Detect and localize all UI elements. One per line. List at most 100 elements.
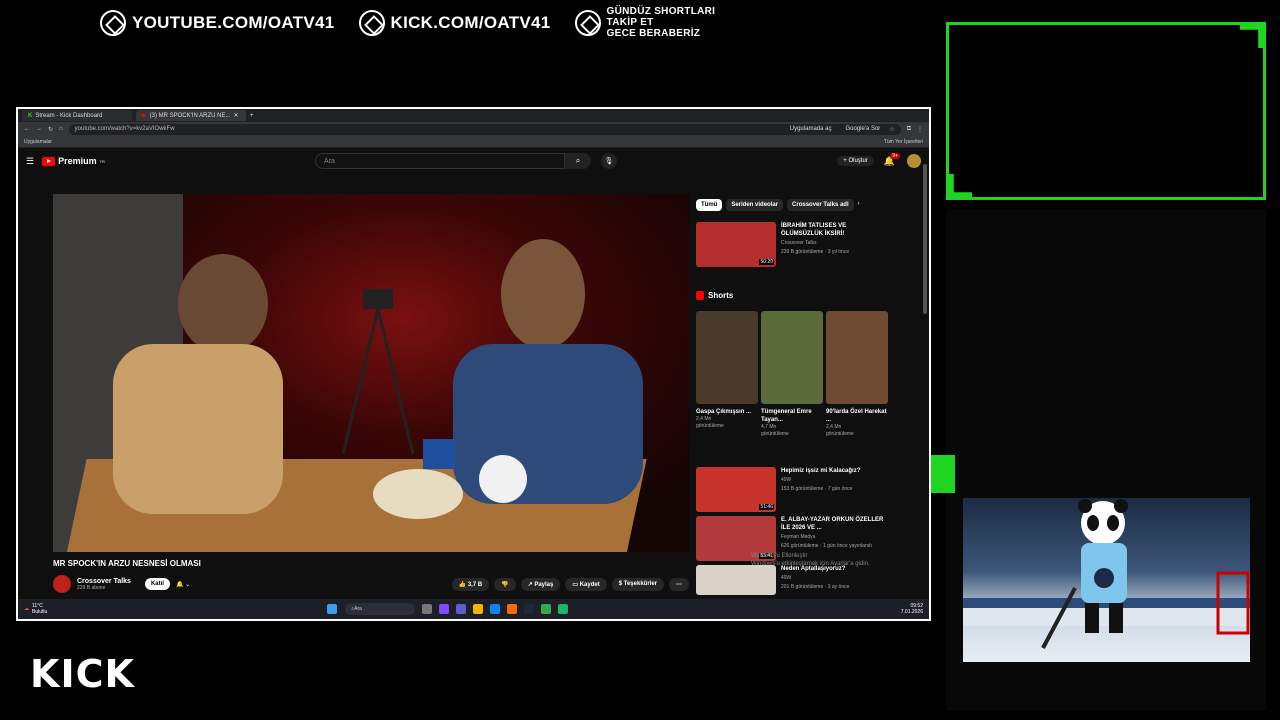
join-button[interactable]: Katıl	[144, 578, 170, 590]
video-frame	[53, 194, 647, 552]
reload-icon[interactable]: ↻	[48, 126, 53, 133]
channel-name[interactable]: Crossover Talks	[77, 578, 131, 585]
home-icon[interactable]: ⌂	[59, 126, 63, 132]
chip-channel[interactable]: Crossover Talks adl	[787, 199, 854, 211]
video-player[interactable]	[53, 194, 689, 552]
video-duration: 50:20	[759, 259, 774, 265]
short-item[interactable]: Tümgeneral Emre Tayan... 4,7 Mn görüntül…	[761, 311, 823, 438]
steam-icon[interactable]	[524, 604, 535, 614]
bookmarks-all[interactable]: Tüm Yer İşaretleri	[884, 139, 923, 145]
notifications-button[interactable]: 🔔 9+	[884, 152, 900, 167]
forward-icon[interactable]: →	[36, 126, 42, 132]
menu-dots-icon[interactable]: ⋮	[917, 126, 923, 133]
rec-title: E. ALBAY-YAZAR ORKUN ÖZELLER İLE 2026 VE…	[781, 517, 884, 531]
like-count: 3,7 B	[467, 581, 483, 588]
firefox-icon[interactable]	[507, 604, 518, 614]
recommended-video[interactable]: 51:46 Hepimiz işsiz mi Kalacağız? 49W 15…	[696, 467, 886, 512]
close-tab-icon[interactable]: ✕	[233, 112, 238, 119]
taskbar-search-label: Ara	[354, 606, 362, 612]
rec-channel: Crossover Talks	[781, 240, 817, 246]
channel-avatar[interactable]	[53, 575, 71, 593]
thanks-label: Teşekkürler	[623, 580, 657, 587]
search-icon: ⌕	[575, 156, 581, 165]
notification-count: 9+	[890, 152, 900, 159]
teams-icon[interactable]	[456, 604, 467, 614]
task-view-icon[interactable]	[422, 604, 433, 614]
video-actions: 👍 3,7 B 👎 ↗ Paylaş ▭ Kaydet $ Teşekkürle…	[451, 577, 689, 591]
share-button[interactable]: ↗ Paylaş	[520, 577, 561, 591]
tab-youtube-video[interactable]: ▶ (3) MR SPOCK'IN ARZU NE... ✕	[136, 110, 246, 121]
taskbar-search[interactable]: ⌕ Ara	[345, 603, 416, 615]
thumbs-up-icon: 👍	[458, 581, 468, 588]
rec-title: İBRAHİM TATLISES VE ÖLÜMSÜZLÜK İKSİRİ!	[781, 223, 847, 237]
short-thumbnail	[826, 311, 888, 404]
rec-title: Hepimiz işsiz mi Kalacağız?	[781, 468, 861, 474]
like-button[interactable]: 👍 3,7 B	[451, 577, 490, 591]
search-placeholder: Ara	[323, 157, 335, 165]
short-views-label: görüntüleme	[696, 423, 724, 429]
bell-subscribe-icon[interactable]: 🔔 ⌄	[176, 581, 190, 588]
dislike-button[interactable]: 👎	[494, 577, 516, 591]
bookmark-star-icon[interactable]: ☆	[889, 126, 894, 133]
shorts-promo: GÜNDÜZ SHORTLARI TAKİP ET GECE BERABERİZ	[574, 6, 716, 39]
back-icon[interactable]: ←	[24, 126, 30, 132]
microphone-icon: 🎙	[604, 158, 614, 165]
search-button[interactable]: ⌕	[564, 153, 591, 169]
watermark-line1: Windows'u Etkinleştir	[751, 553, 808, 559]
tab-kick-dashboard[interactable]: K Stream - Kick Dashboard	[22, 110, 132, 121]
voice-search-button[interactable]: 🎙	[600, 153, 617, 169]
hamburger-menu-icon[interactable]: ☰	[26, 156, 34, 167]
frame-corner	[1240, 22, 1266, 48]
recommended-video[interactable]: Neden Aptallaşıyoruz? 49W 201 B görüntül…	[696, 565, 886, 595]
chrome-icon[interactable]	[541, 604, 552, 614]
oatv-logo-icon	[100, 9, 126, 36]
chip-series[interactable]: Seriden videolar	[726, 199, 784, 211]
google-ask-button[interactable]: Google'a Sor	[840, 125, 886, 133]
short-title: Gaspa Çıkmışsın ...	[696, 409, 752, 415]
shorts-icon	[696, 291, 704, 300]
video-title: MR SPOCK'IN ARZU NESNESİ OLMASI	[53, 559, 201, 568]
more-actions-button[interactable]: ⋯	[669, 577, 689, 591]
start-icon[interactable]	[327, 604, 338, 614]
thanks-button[interactable]: $ Teşekkürler	[611, 577, 664, 591]
watermark-line2: Windows'u etkinleştirmek için Ayarlar'a …	[751, 561, 870, 567]
tab-bar: K Stream - Kick Dashboard ▶ (3) MR SPOCK…	[18, 109, 929, 122]
create-button[interactable]: + Oluştur	[837, 156, 874, 166]
new-tab-icon[interactable]: +	[250, 113, 254, 119]
chip-all[interactable]: Tümü	[696, 199, 723, 211]
overlay-banner: YOUTUBE.COM/OATV41 KICK.COM/OATV41 GÜNDÜ…	[100, 6, 715, 39]
youtube-logo[interactable]: Premium TR	[42, 156, 105, 166]
short-thumbnail	[696, 311, 758, 404]
file-explorer-icon[interactable]	[473, 604, 484, 614]
kick-logo: KICK	[30, 652, 135, 696]
kick-url-text: KICK.COM/OATV41	[390, 12, 551, 32]
video-duration: 51:46	[759, 504, 774, 510]
copilot-icon[interactable]	[439, 604, 450, 614]
scrollbar[interactable]	[923, 164, 927, 314]
kick-link-badge: KICK.COM/OATV41	[358, 9, 551, 36]
extensions-icon[interactable]: ⧉	[907, 126, 911, 133]
panda-hockey-image	[963, 498, 1250, 662]
bookmarks-apps[interactable]: Uygulamalar	[24, 139, 52, 145]
shorts-label: Shorts	[708, 291, 734, 300]
edge-icon[interactable]	[490, 604, 501, 614]
windows-activation-watermark: Windows'u Etkinleştir Windows'u etkinleş…	[751, 552, 870, 568]
save-label: Kaydet	[579, 581, 600, 588]
search-input[interactable]: Ara	[314, 153, 565, 169]
recommended-video[interactable]: 50:20 İBRAHİM TATLISES VE ÖLÜMSÜZLÜK İKS…	[696, 222, 886, 267]
clock[interactable]: 09:52 7.01.2026	[901, 603, 923, 615]
share-label: Paylaş	[534, 581, 554, 588]
windows-taskbar: ☁ 11°C Bulutlu ⌕ Ara 09:52 7.01.2026	[18, 599, 929, 619]
avatar[interactable]	[907, 154, 921, 168]
youtube-play-icon	[42, 156, 56, 166]
panda-mascot-illustration	[963, 499, 1250, 649]
save-button[interactable]: ▭ Kaydet	[565, 577, 607, 591]
shorts-promo-line2: TAKİP ET	[606, 17, 654, 28]
chevron-right-icon[interactable]: ›	[858, 199, 860, 211]
short-item[interactable]: Gaspa Çıkmışsın ... 2,4 Mn görüntüleme	[696, 311, 758, 438]
url-field[interactable]: youtube.com/watch?v=kv2aVIOwkFw Uygulama…	[68, 123, 901, 135]
app-icon[interactable]	[558, 604, 569, 614]
short-item[interactable]: 90'larda Özel Harekat ... 2,4 Mn görüntü…	[826, 311, 888, 438]
open-in-app-button[interactable]: Uygulamada aç	[784, 125, 837, 133]
rec-meta: 201 B görüntüleme · 3 ay önce	[781, 584, 850, 590]
